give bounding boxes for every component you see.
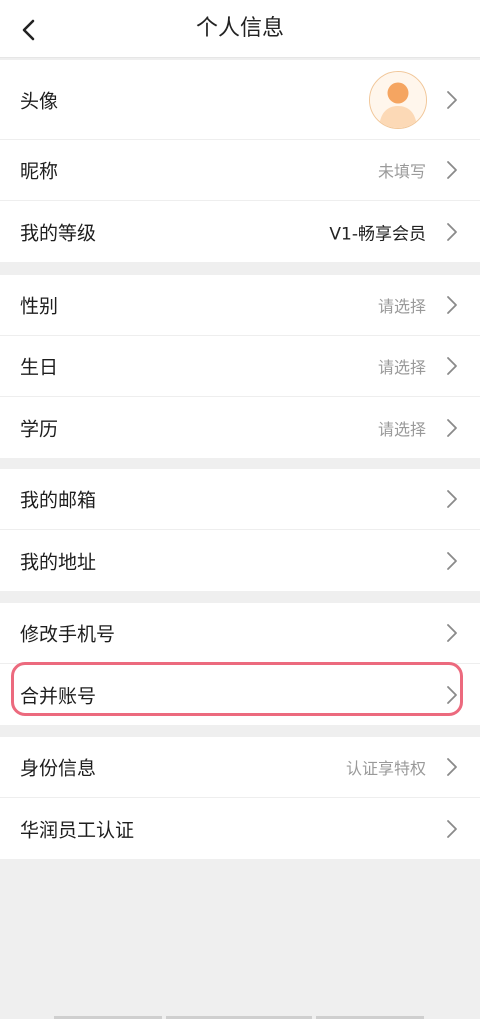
top-nav-bar: 个人信息	[0, 0, 480, 58]
row-label: 身份信息	[20, 757, 97, 780]
row-nickname[interactable]: 昵称 未填写	[0, 140, 480, 201]
chevron-right-icon	[447, 758, 457, 776]
chevron-right-icon	[447, 90, 457, 109]
row-label: 修改手机号	[20, 623, 116, 646]
chevron-right-icon	[447, 357, 457, 375]
row-label: 生日	[20, 356, 59, 379]
row-member-level[interactable]: 我的等级 V1-畅享会员	[0, 201, 480, 262]
row-label: 我的地址	[20, 551, 97, 573]
row-value: 认证享特权	[345, 759, 426, 778]
chevron-right-icon	[447, 685, 457, 704]
row-identity-info[interactable]: 身份信息 认证享特权	[0, 737, 480, 798]
chevron-right-icon	[447, 296, 457, 314]
row-email[interactable]: 我的邮箱	[0, 469, 480, 530]
row-value: 请选择	[377, 419, 426, 439]
row-value: 请选择	[377, 297, 426, 316]
chevron-right-icon	[447, 418, 457, 437]
member-level-value: V1-畅享会员	[329, 224, 426, 244]
row-label: 昵称	[20, 160, 59, 183]
row-label: 头像	[20, 90, 59, 112]
row-value: 请选择	[377, 358, 426, 377]
settings-group-contact: 我的邮箱 我的地址	[0, 469, 480, 591]
page-title: 个人信息	[195, 16, 284, 41]
chevron-right-icon	[447, 551, 457, 570]
row-gender[interactable]: 性别 请选择	[0, 275, 480, 336]
settings-group-account: 修改手机号 合并账号	[0, 603, 480, 725]
chevron-right-icon	[447, 490, 457, 508]
default-user-avatar-icon	[370, 72, 426, 128]
row-label: 我的邮箱	[20, 489, 97, 512]
chevron-right-icon	[447, 161, 457, 179]
row-value: 未填写	[377, 162, 426, 181]
row-change-phone[interactable]: 修改手机号	[0, 603, 480, 664]
row-merge-account[interactable]: 合并账号	[0, 664, 480, 725]
settings-group-profile: 头像 昵称 未填写 我的等级 V1-畅享会员	[0, 60, 480, 262]
row-label: 我的等级	[20, 222, 97, 244]
chevron-right-icon	[447, 624, 457, 642]
row-label: 学历	[20, 418, 59, 440]
settings-group-basic-info: 性别 请选择 生日 请选择 学历 请选择	[0, 275, 480, 458]
avatar[interactable]	[369, 71, 427, 129]
chevron-right-icon	[447, 819, 457, 838]
row-address[interactable]: 我的地址	[0, 530, 480, 591]
settings-group-identity: 身份信息 认证享特权 华润员工认证	[0, 737, 480, 859]
row-education[interactable]: 学历 请选择	[0, 397, 480, 458]
row-label: 性别	[20, 295, 59, 318]
row-label: 华润员工认证	[20, 819, 135, 841]
row-birthday[interactable]: 生日 请选择	[0, 336, 480, 397]
row-avatar[interactable]: 头像	[0, 60, 480, 140]
row-employee-verification[interactable]: 华润员工认证	[0, 798, 480, 859]
personal-info-page: 个人信息 头像 昵称 未填写 我的等级 V1-畅享会员 性别 请选择 生日 请选…	[0, 0, 480, 1019]
row-label: 合并账号	[20, 685, 97, 707]
chevron-right-icon	[447, 222, 457, 241]
